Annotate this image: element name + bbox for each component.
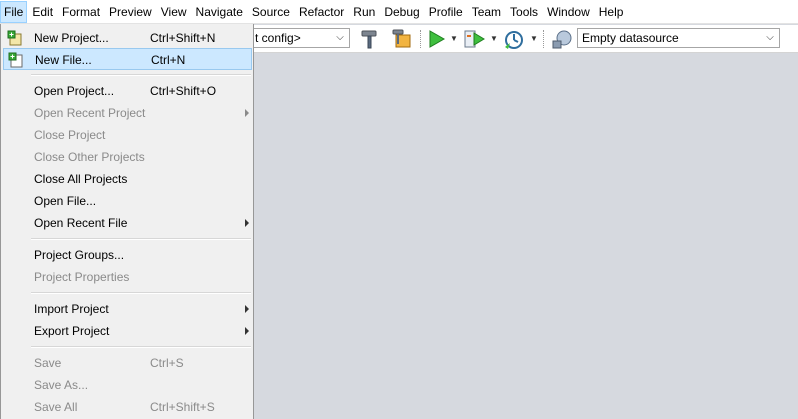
menu-item-shortcut: Ctrl+N	[151, 53, 186, 67]
datasource-icon	[552, 30, 572, 49]
menu-refactor[interactable]: Refactor	[295, 1, 348, 23]
menu-item-shortcut: Ctrl+Shift+N	[150, 31, 216, 45]
submenu-arrow-icon	[245, 327, 249, 335]
menu-item-close-all-projects[interactable]: Close All Projects	[3, 168, 252, 190]
menu-item-save-all[interactable]: Save All Ctrl+Shift+S	[3, 396, 252, 418]
menu-item-new-file[interactable]: New File... Ctrl+N	[3, 48, 252, 70]
menu-item-label: Close All Projects	[34, 172, 128, 186]
menu-edit[interactable]: Edit	[28, 1, 57, 23]
menu-file[interactable]: File	[0, 0, 28, 23]
toolbar-separator	[543, 30, 545, 48]
menu-view[interactable]: View	[157, 1, 191, 23]
profile-icon[interactable]	[502, 27, 526, 51]
toolbar-separator	[420, 30, 422, 48]
menu-team[interactable]: Team	[468, 1, 505, 23]
menu-item-project-groups[interactable]: Project Groups...	[3, 244, 252, 266]
menu-item-save-as[interactable]: Save As...	[3, 374, 252, 396]
menu-debug[interactable]: Debug	[380, 1, 423, 23]
menu-item-label: Open Recent Project	[34, 106, 146, 120]
datasource-combo[interactable]: Empty datasource ⌵	[577, 28, 780, 48]
menu-help[interactable]: Help	[595, 1, 628, 23]
menu-item-open-file[interactable]: Open File...	[3, 190, 252, 212]
submenu-arrow-icon	[245, 305, 249, 313]
menu-profile[interactable]: Profile	[425, 1, 467, 23]
profile-dropdown-icon[interactable]: ▼	[530, 34, 538, 43]
menu-source[interactable]: Source	[248, 1, 294, 23]
chevron-down-icon: ⌵	[766, 32, 774, 43]
debug-dropdown-icon[interactable]: ▼	[490, 34, 498, 43]
menu-item-label: Save All	[34, 400, 78, 414]
menu-separator	[31, 346, 251, 348]
config-combo[interactable]: t config> ⌵	[250, 28, 350, 48]
menu-item-close-other-projects[interactable]: Close Other Projects	[3, 146, 252, 168]
menu-bar: File Edit Format Preview View Navigate S…	[0, 0, 798, 24]
menu-item-label: Open Recent File	[34, 216, 128, 230]
menu-window[interactable]: Window	[543, 1, 594, 23]
menu-item-import-project[interactable]: Import Project	[3, 298, 252, 320]
menu-item-close-project[interactable]: Close Project	[3, 124, 252, 146]
chevron-down-icon: ⌵	[336, 32, 344, 43]
submenu-arrow-icon	[245, 109, 249, 117]
menu-item-save[interactable]: Save Ctrl+S	[3, 352, 252, 374]
menu-separator	[31, 238, 251, 240]
menu-item-label: New File...	[35, 53, 92, 67]
menu-run[interactable]: Run	[349, 1, 379, 23]
menu-item-label: Open File...	[34, 194, 97, 208]
menu-separator	[31, 74, 251, 76]
menu-item-open-project[interactable]: Open Project... Ctrl+Shift+O	[3, 80, 252, 102]
menu-item-label: Project Groups...	[34, 248, 125, 262]
menu-item-open-recent-file[interactable]: Open Recent File	[3, 212, 252, 234]
menu-item-shortcut: Ctrl+Shift+S	[150, 400, 215, 414]
menu-item-shortcut: Ctrl+S	[150, 356, 184, 370]
clean-build-icon[interactable]	[390, 27, 414, 51]
menu-item-open-recent-project[interactable]: Open Recent Project	[3, 102, 252, 124]
menu-separator	[31, 292, 251, 294]
hammer-build-icon[interactable]	[358, 27, 382, 51]
menu-item-export-project[interactable]: Export Project	[3, 320, 252, 342]
config-combo-value: t config>	[255, 31, 301, 45]
menu-item-project-properties[interactable]: Project Properties	[3, 266, 252, 288]
submenu-arrow-icon	[245, 219, 249, 227]
menu-preview[interactable]: Preview	[105, 1, 156, 23]
menu-navigate[interactable]: Navigate	[192, 1, 247, 23]
menu-item-label: Close Other Projects	[34, 150, 145, 164]
menu-item-label: Open Project...	[34, 84, 115, 98]
menu-item-label: New Project...	[34, 31, 109, 45]
new-file-icon	[8, 52, 23, 68]
datasource-combo-value: Empty datasource	[582, 31, 679, 45]
menu-item-label: Project Properties	[34, 270, 130, 284]
menu-format[interactable]: Format	[58, 1, 104, 23]
menu-item-shortcut: Ctrl+Shift+O	[150, 84, 217, 98]
menu-tools[interactable]: Tools	[506, 1, 542, 23]
menu-item-label: Save As...	[34, 378, 89, 392]
debug-icon[interactable]	[462, 27, 486, 51]
run-dropdown-icon[interactable]: ▼	[450, 34, 458, 43]
menu-item-label: Close Project	[34, 128, 106, 142]
menu-item-new-project[interactable]: New Project... Ctrl+Shift+N	[3, 27, 252, 49]
menu-item-label: Save	[34, 356, 62, 370]
menu-item-label: Export Project	[34, 324, 110, 338]
menu-item-label: Import Project	[34, 302, 109, 316]
run-icon[interactable]	[424, 27, 448, 51]
file-menu-dropdown: New Project... Ctrl+Shift+N New File... …	[0, 24, 254, 419]
new-project-icon	[7, 30, 22, 46]
